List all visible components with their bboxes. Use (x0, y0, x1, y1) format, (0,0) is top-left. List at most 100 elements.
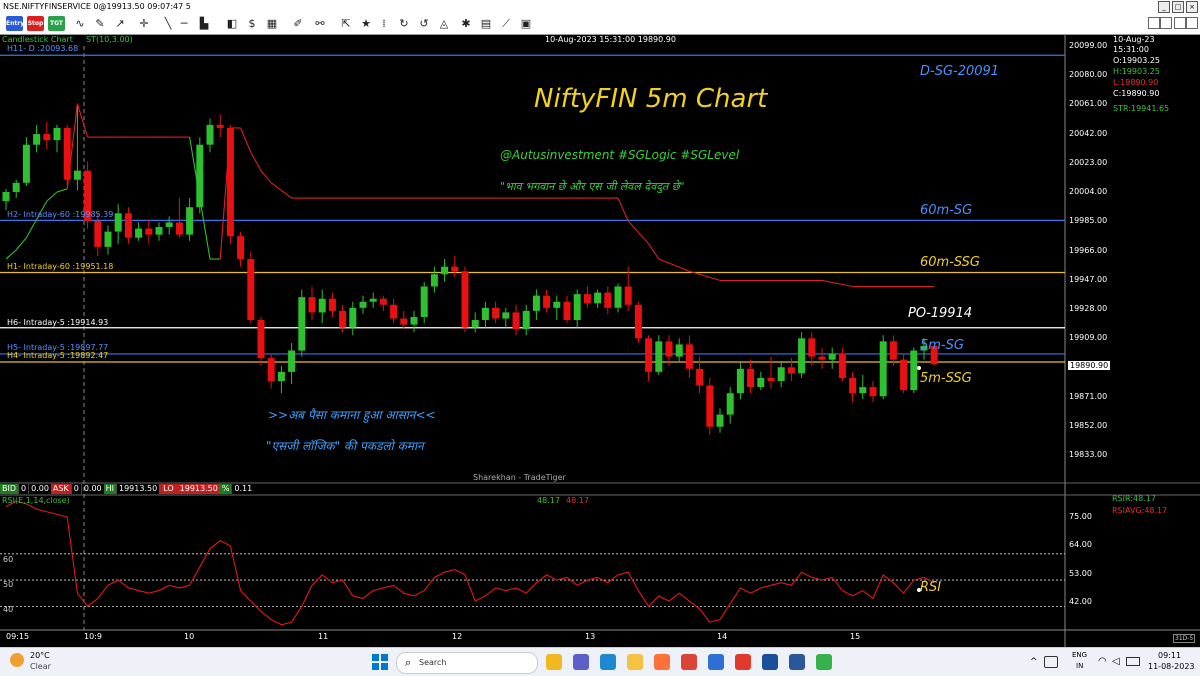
pencil-icon[interactable]: ✐ (290, 16, 306, 31)
candle-body (175, 222, 183, 235)
candle-body (798, 338, 806, 374)
candle-body (808, 338, 816, 357)
candle-body (298, 297, 306, 351)
shape-icon[interactable]: ◬ (436, 16, 452, 31)
candle-body (675, 344, 683, 357)
candle-body (226, 127, 234, 237)
info-open: O:19903.25 (1113, 56, 1161, 65)
taskbar-time[interactable]: 09:11 (1158, 651, 1181, 660)
chart-area[interactable]: Candlestick Chart ST(10,3.00) 10-Aug-202… (0, 34, 1200, 647)
tray-notes-icon[interactable] (1044, 656, 1058, 668)
link-icon[interactable]: ⚯ (312, 16, 328, 31)
sas-icon[interactable] (762, 654, 778, 670)
supertrend-segment (821, 279, 853, 288)
info-low: L:19890.90 (1113, 78, 1159, 87)
candle-body (155, 227, 163, 235)
interval-badge[interactable]: 31D-5 (1173, 634, 1196, 643)
history-icon[interactable]: ↺ (416, 16, 432, 31)
close-chart-button[interactable]: × (1186, 17, 1198, 29)
supertrend-segment (281, 190, 292, 199)
taskbar-date[interactable]: 11-08-2023 (1148, 662, 1195, 671)
candlestick-chart[interactable] (0, 34, 1200, 647)
word-icon[interactable] (789, 654, 805, 670)
low-label: LO (159, 484, 178, 494)
candle-body (135, 228, 143, 238)
candle-body (736, 368, 744, 394)
chart-icon[interactable]: ▣ (518, 16, 534, 31)
scroll-down-button[interactable]: ▼ (1160, 17, 1172, 29)
minimize-button[interactable]: _ (1158, 1, 1170, 13)
dollar-icon[interactable]: $ (244, 16, 260, 31)
candle-body (288, 350, 296, 372)
candle-body (318, 298, 326, 313)
price-tick: 19833.00 (1069, 450, 1108, 459)
chart-bar-icon[interactable]: ▙ (196, 16, 212, 31)
supertrend-segment (250, 152, 262, 171)
scroll-up-button[interactable]: ▲ (1148, 17, 1160, 29)
candle-body (665, 341, 673, 357)
supertrend-segment (658, 258, 690, 272)
slogan-line-2: "एसजी लॉजिक" की पकडलो कमान (266, 439, 424, 453)
supertrend-segment (617, 197, 629, 222)
video-call-icon[interactable] (573, 654, 589, 670)
candle-body (379, 298, 387, 305)
wave-icon[interactable]: ∿ (72, 16, 88, 31)
candle-body (706, 385, 714, 427)
level-label-h1: H1- Intraday-60 :19951.18 (7, 262, 114, 271)
candle-body (94, 220, 102, 247)
file-explorer-icon[interactable] (546, 654, 562, 670)
windows-start-icon[interactable] (372, 654, 388, 670)
star-icon[interactable]: ★ (358, 16, 374, 31)
line-tools-icon[interactable]: ↗ (112, 16, 128, 31)
taskbar-search-box[interactable]: ⌕ Search (396, 652, 538, 674)
speaker-icon[interactable]: ◁ (1112, 656, 1120, 667)
candle-body (186, 207, 194, 235)
weather-temp[interactable]: 20°C (30, 651, 50, 660)
target-button[interactable]: TGT (48, 16, 65, 31)
tray-chevron-icon[interactable]: ^ (1030, 657, 1038, 667)
price-tick: 20061.00 (1069, 99, 1108, 108)
rsiavg-readout: RSIAVG:48.17 (1112, 506, 1168, 515)
grid-icon[interactable]: ▦ (264, 16, 280, 31)
trendline-icon[interactable]: ╲ (160, 16, 176, 31)
chart-type-label: Candlestick Chart (2, 35, 73, 44)
chart-toolbar: Entry Stop TGT ∿ ✎ ↗ ✛ ╲ ─ ▙ ◧ $ ▦ ✐ ⚯ ⇱… (0, 14, 1200, 35)
crosshair-icon[interactable]: ✛ (136, 16, 152, 31)
price-tick: 20004.00 (1069, 187, 1108, 196)
candle-body (787, 367, 795, 374)
app-red-icon[interactable] (735, 654, 751, 670)
tradetiger-icon[interactable] (708, 654, 724, 670)
app-green-icon[interactable] (816, 654, 832, 670)
close-button[interactable]: × (1186, 1, 1198, 13)
indicator-icon[interactable]: ⟋ (498, 16, 514, 31)
entry-button[interactable]: Entry (6, 16, 24, 31)
rsi-avg-value: 48.17 (566, 496, 589, 505)
wifi-icon[interactable]: ◠ (1098, 656, 1107, 667)
firefox-icon[interactable] (654, 654, 670, 670)
folder-icon[interactable] (627, 654, 643, 670)
cursor-icon[interactable]: ⇱ (338, 16, 354, 31)
settings-icon[interactable]: ✱ (458, 16, 474, 31)
level-tag-h4: 5m-SSG (920, 371, 972, 386)
pen-icon[interactable]: ✎ (92, 16, 108, 31)
language-region[interactable]: IN (1076, 662, 1083, 670)
restore-button[interactable]: □ (1174, 17, 1186, 29)
level-label-h2: H2- Intraday-60 :19985.39 (7, 210, 114, 219)
dots-icon[interactable]: ⁞ (376, 16, 392, 31)
box-icon[interactable]: ◧ (224, 16, 240, 31)
maximize-button[interactable]: □ (1172, 1, 1184, 13)
refresh-icon[interactable]: ↻ (396, 16, 412, 31)
chrome-icon[interactable] (681, 654, 697, 670)
calculator-icon[interactable]: ▤ (478, 16, 494, 31)
edge-icon[interactable] (600, 654, 616, 670)
battery-icon[interactable] (1126, 657, 1140, 666)
supertrend-segment (15, 237, 27, 251)
language-code[interactable]: ENG (1072, 651, 1087, 659)
price-tick: 19909.00 (1069, 333, 1108, 342)
time-tick: 11 (318, 632, 329, 641)
ask-label: ASK (50, 484, 71, 494)
draw-line-icon[interactable]: ─ (176, 16, 192, 31)
stop-button[interactable]: Stop (27, 16, 44, 31)
candle-body (563, 301, 571, 321)
level-tag-h6: PO-19914 (908, 306, 973, 321)
